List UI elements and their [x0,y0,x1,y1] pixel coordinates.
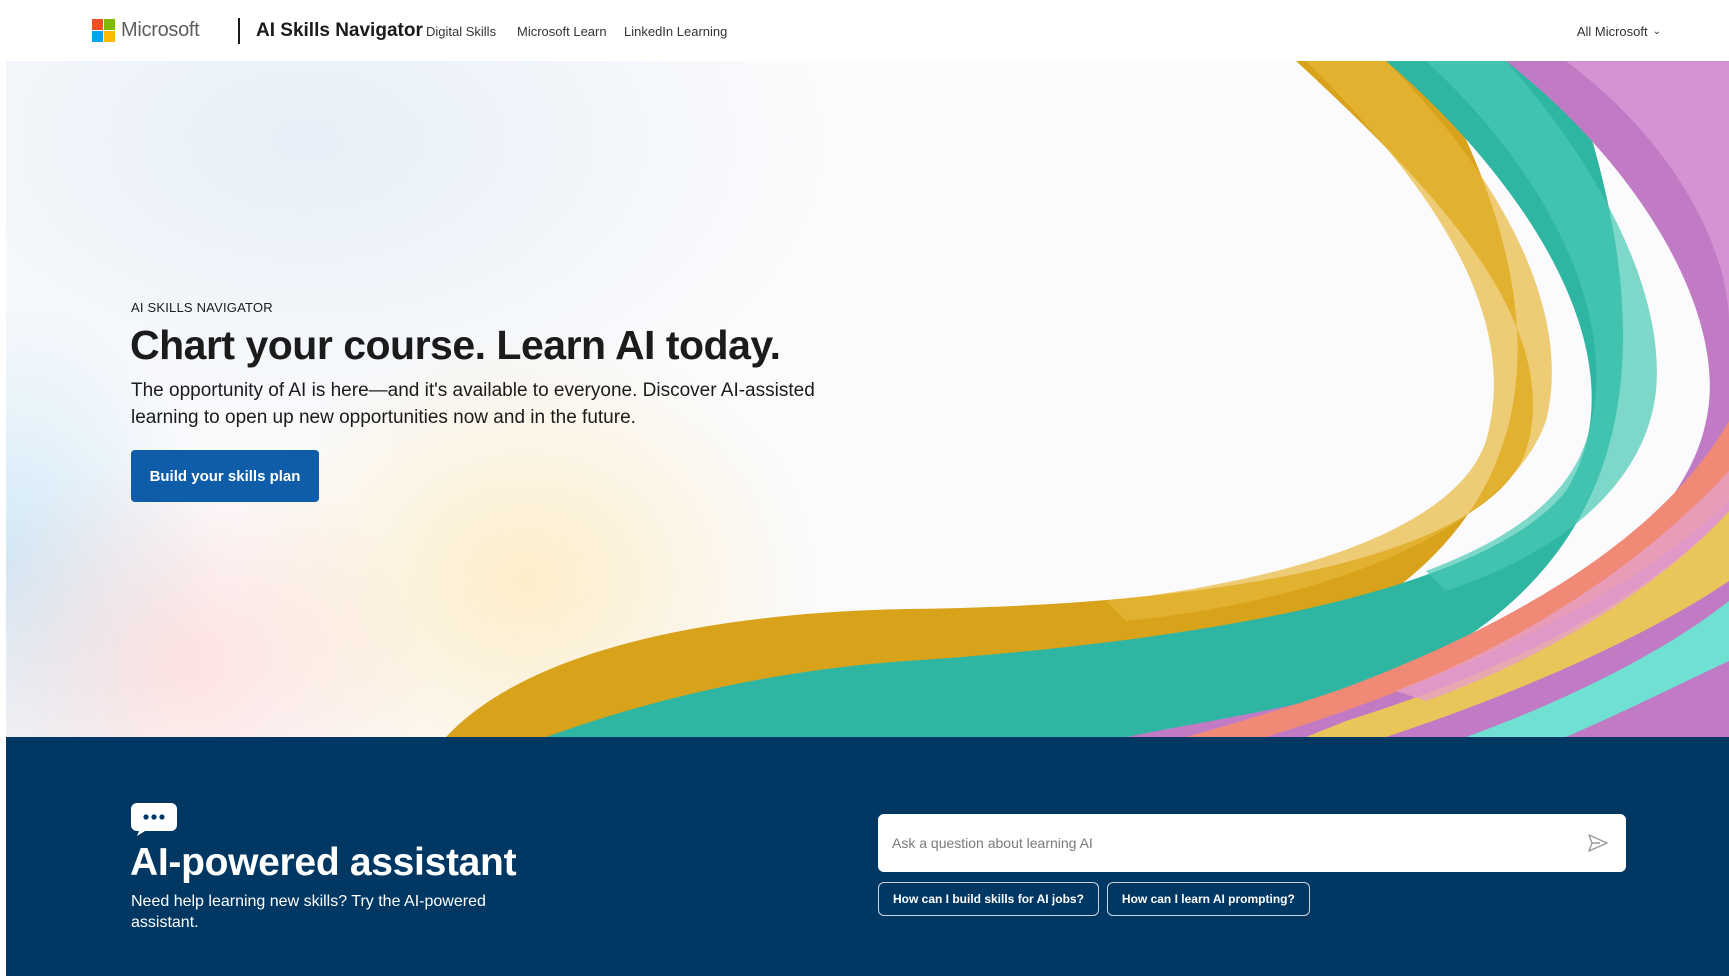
nav-link-linkedin-learning[interactable]: LinkedIn Learning [624,24,727,39]
suggestion-chip-ai-prompting[interactable]: How can I learn AI prompting? [1106,882,1310,916]
assistant-title: AI-powered assistant [130,841,517,884]
microsoft-logo[interactable]: Microsoft [92,19,200,42]
suggestion-chip-ai-jobs[interactable]: How can I build skills for AI jobs? [878,882,1099,916]
chat-bubble-icon [131,803,177,836]
hero-eyebrow: AI SKILLS NAVIGATOR [131,300,273,315]
nav-link-microsoft-learn[interactable]: Microsoft Learn [517,24,607,39]
hero-title: Chart your course. Learn AI today. [130,322,781,368]
header-divider [238,18,240,44]
site-title-link[interactable]: AI Skills Navigator [256,20,423,42]
ask-question-box [878,814,1626,872]
chevron-down-icon: ⌄ [1652,26,1661,37]
assistant-section: AI-powered assistant Need help learning … [6,737,1729,976]
brand-name: Microsoft [121,19,200,41]
suggestion-chips: How can I build skills for AI jobs? How … [878,882,1310,916]
build-skills-plan-button[interactable]: Build your skills plan [131,450,319,502]
hero-description: The opportunity of AI is here—and it's a… [131,380,815,428]
microsoft-logo-icon [92,19,115,42]
all-microsoft-menu[interactable]: All Microsoft ⌄ [1577,24,1661,39]
assistant-description: Need help learning new skills? Try the A… [131,893,486,931]
site-header: Microsoft AI Skills Navigator Digital Sk… [6,0,1729,61]
send-button[interactable] [1578,823,1618,863]
send-icon [1588,834,1608,852]
ask-question-input[interactable] [878,814,1578,872]
all-microsoft-label: All Microsoft [1576,24,1648,39]
hero-section: AI SKILLS NAVIGATOR Chart your course. L… [6,61,1729,737]
nav-link-digital-skills[interactable]: Digital Skills [426,24,496,39]
page: Microsoft AI Skills Navigator Digital Sk… [6,0,1729,976]
